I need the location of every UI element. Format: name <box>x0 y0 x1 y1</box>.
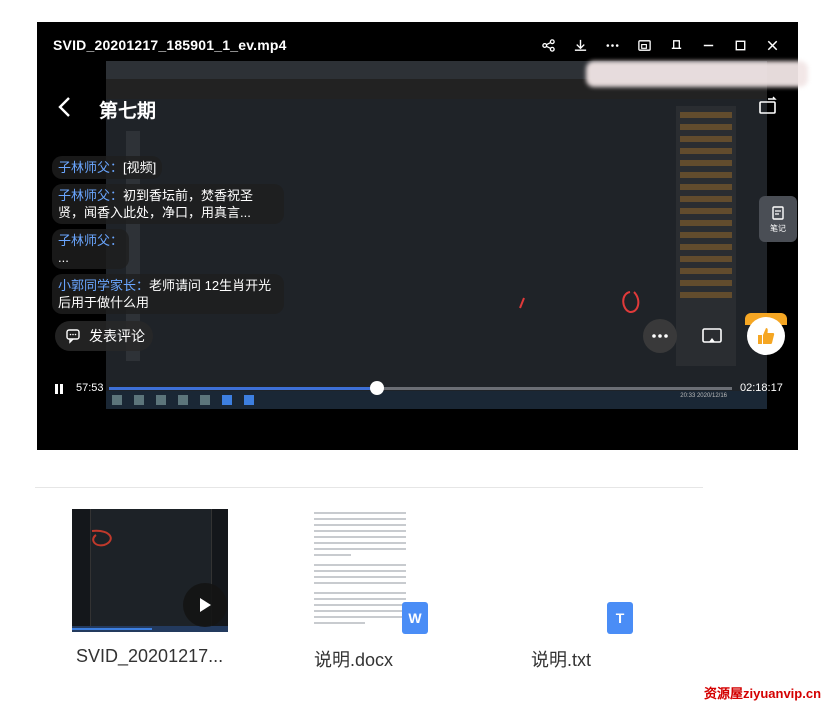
text-file-icon[interactable]: T <box>607 602 633 634</box>
total-time: 02:18:17 <box>740 382 783 394</box>
ellipsis-icon <box>652 334 668 338</box>
comment-bubble: 子林师父：... <box>52 229 130 269</box>
back-arrow-icon[interactable] <box>57 96 73 123</box>
progress-fill <box>109 387 377 390</box>
comment-icon <box>66 329 80 344</box>
pin-icon[interactable] <box>660 34 692 56</box>
pip-icon[interactable] <box>628 34 660 56</box>
attachment-name[interactable]: SVID_20201217... <box>76 646 223 667</box>
share-icon[interactable] <box>532 34 564 56</box>
like-button[interactable] <box>745 313 787 355</box>
maximize-icon[interactable] <box>724 34 756 56</box>
minimize-icon[interactable] <box>692 34 724 56</box>
comment-bubble: 小郭同学家长：老师请问 12生肖开光后用于做什么用 <box>52 274 284 314</box>
play-icon[interactable] <box>183 583 227 627</box>
word-file-icon: W <box>402 602 428 634</box>
close-icon[interactable] <box>756 34 788 56</box>
pause-icon[interactable] <box>53 382 65 400</box>
attachment-name[interactable]: 说明.txt <box>531 646 591 672</box>
video-title: SVID_20201217_185901_1_ev.mp4 <box>53 37 287 53</box>
progress-bar[interactable] <box>109 381 732 395</box>
download-icon[interactable] <box>564 34 596 56</box>
more-icon[interactable] <box>596 34 628 56</box>
comment-overlay: 子林师父：[视频] 子林师父：初到香坛前，焚香祝圣贤，闻香入此处，净口，用真言.… <box>52 156 287 319</box>
current-time: 57:53 <box>76 382 104 394</box>
cast-icon[interactable] <box>696 320 728 352</box>
blurred-region <box>586 61 808 87</box>
titlebar-controls <box>532 34 788 56</box>
comment-bubble: 子林师父：初到香坛前，焚香祝圣贤，闻香入此处，净口，用真言... <box>52 184 284 224</box>
video-player[interactable]: SVID_20201217_185901_1_ev.mp4 20:33 2020… <box>37 22 808 450</box>
more-options-button[interactable] <box>643 319 677 353</box>
episode-title: 第七期 <box>99 101 157 122</box>
note-button[interactable]: 笔记 <box>759 196 797 242</box>
note-label: 笔记 <box>770 223 786 233</box>
rotate-icon[interactable] <box>757 96 779 121</box>
divider <box>35 487 703 488</box>
docx-preview[interactable] <box>314 508 406 628</box>
progress-knob[interactable] <box>369 381 384 395</box>
attachment-name[interactable]: 说明.docx <box>314 646 393 672</box>
video-thumbnail[interactable] <box>72 509 228 632</box>
post-comment-button[interactable]: 发表评论 <box>55 321 153 351</box>
watermark: 资源屋ziyuanvip.cn <box>704 686 822 701</box>
windows-taskbar: 20:33 2020/12/16 <box>106 391 767 409</box>
taskbar-clock: 20:33 2020/12/16 <box>680 393 727 399</box>
thumbs-up-icon <box>758 328 775 344</box>
red-scribble <box>519 291 640 313</box>
comment-bubble: 子林师父：[视频] <box>52 156 163 179</box>
note-icon <box>772 205 784 220</box>
post-comment-label: 发表评论 <box>89 328 145 344</box>
